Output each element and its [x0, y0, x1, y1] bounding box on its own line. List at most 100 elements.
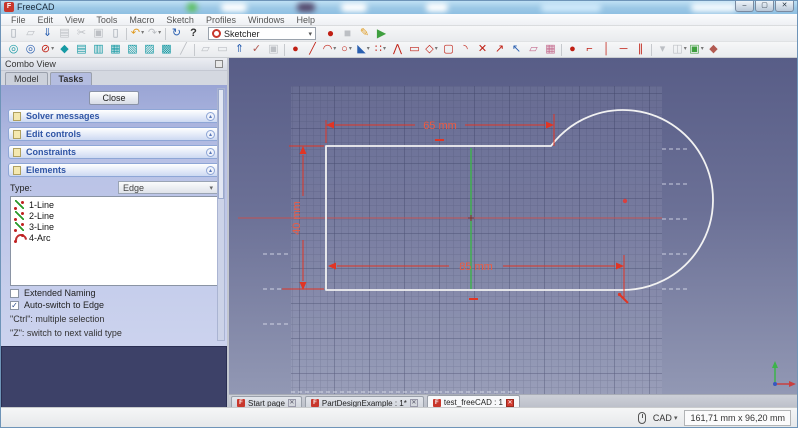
scrollbar[interactable] [217, 88, 225, 341]
macro-record-icon[interactable]: ● [322, 26, 339, 41]
mirror-sketch-icon[interactable]: ▣ [265, 42, 282, 57]
create-line-icon[interactable]: ╱ [304, 42, 321, 57]
close-tab-icon[interactable] [409, 399, 418, 407]
3d-viewport[interactable]: 65 mm 40 mm 85 mm [229, 58, 798, 394]
dimension-label-top[interactable]: 65 mm [423, 120, 457, 132]
view-bottom-icon[interactable]: ▨ [141, 42, 158, 57]
create-slot-icon[interactable]: ▢ [440, 42, 457, 57]
paste-icon[interactable]: ▯ [107, 26, 124, 41]
view-top-icon[interactable]: ▥ [90, 42, 107, 57]
maximize-button[interactable]: ▢ [755, 1, 774, 12]
fit-all-icon[interactable]: ◎ [5, 42, 22, 57]
collapse-icon[interactable] [206, 147, 215, 157]
reorient-sketch-icon[interactable]: ⇑ [231, 42, 248, 57]
open-document-icon[interactable]: ▱ [22, 26, 39, 41]
whats-this-icon[interactable]: ? [185, 26, 202, 41]
zoom-icon[interactable]: ◎ [22, 42, 39, 57]
draw-style-icon[interactable]: ⊘ [39, 42, 56, 57]
view-front-icon[interactable]: ▤ [73, 42, 90, 57]
copy-icon[interactable]: ▣ [90, 26, 107, 41]
menu-item[interactable]: View [59, 15, 90, 25]
view-axonometric-icon[interactable]: ◆ [56, 42, 73, 57]
float-panel-icon[interactable] [215, 60, 223, 68]
close-tab-icon[interactable] [287, 399, 296, 407]
create-arc-icon[interactable]: ◠ [321, 42, 338, 57]
create-polygon-icon[interactable]: ◇ [423, 42, 440, 57]
constraint-parallel-icon[interactable]: ∥ [632, 42, 649, 57]
task-section-header[interactable]: Elements [8, 163, 220, 177]
combo-view-tab[interactable]: Model [5, 72, 48, 85]
view-sketch-icon[interactable]: ▱ [197, 42, 214, 57]
menu-item[interactable]: Macro [123, 15, 160, 25]
scrollbar-thumb[interactable] [218, 89, 224, 199]
menu-item[interactable]: Help [290, 15, 321, 25]
close-window-button[interactable]: ✕ [775, 1, 794, 12]
redo-icon[interactable]: ↷ [146, 26, 163, 41]
task-section-header[interactable]: Constraints [8, 145, 220, 159]
element-list-item[interactable]: 4-Arc [14, 232, 214, 243]
collapse-icon[interactable] [206, 165, 215, 175]
menu-item[interactable]: Edit [32, 15, 60, 25]
workbench-selector[interactable]: Sketcher ▾ [208, 27, 316, 40]
menu-item[interactable]: File [5, 15, 32, 25]
type-dropdown[interactable]: Edge ▾ [118, 181, 218, 194]
minimize-button[interactable]: – [735, 1, 754, 12]
arc-center-point[interactable] [622, 198, 628, 204]
constraint-point-on-object-icon[interactable]: ⌐ [581, 42, 598, 57]
toggle-driving-constraint-icon[interactable]: ▣ [688, 42, 705, 57]
create-fillet-icon[interactable]: ◝ [457, 42, 474, 57]
constraint-symmetric-icon[interactable]: ◫ [671, 42, 688, 57]
carbon-copy-icon[interactable]: ▱ [525, 42, 542, 57]
create-polyline-icon[interactable]: ⋀ [389, 42, 406, 57]
checkbox[interactable] [10, 300, 19, 310]
menu-item[interactable]: Sketch [160, 15, 200, 25]
element-list-item[interactable]: 3-Line [14, 221, 214, 232]
create-rectangle-icon[interactable]: ▭ [406, 42, 423, 57]
constraint-coincident-icon[interactable]: ● [564, 42, 581, 57]
map-sketch-icon[interactable]: ▭ [214, 42, 231, 57]
checkbox[interactable] [10, 288, 19, 298]
measure-distance-icon[interactable]: ╱ [175, 42, 192, 57]
navigation-style-selector[interactable]: CAD [653, 413, 678, 423]
collapse-icon[interactable] [206, 129, 215, 139]
macro-stop-icon[interactable]: ■ [339, 26, 356, 41]
dimension-label-bottom[interactable]: 85 mm [459, 261, 493, 273]
view-right-icon[interactable]: ▦ [107, 42, 124, 57]
collapse-icon[interactable] [206, 111, 215, 121]
save-document-icon[interactable]: ⇓ [39, 26, 56, 41]
menu-item[interactable]: Tools [90, 15, 123, 25]
new-document-icon[interactable]: ▯ [5, 26, 22, 41]
trim-edge-icon[interactable]: ✕ [474, 42, 491, 57]
close-task-button[interactable]: Close [89, 91, 139, 105]
print-icon[interactable]: ▤ [56, 26, 73, 41]
create-bspline-icon[interactable]: ∷ [372, 42, 389, 57]
extend-edge-icon[interactable]: ↗ [491, 42, 508, 57]
element-list-item[interactable]: 2-Line [14, 210, 214, 221]
constraint-vertical-icon[interactable]: │ [598, 42, 615, 57]
sketch-canvas[interactable]: 65 mm 40 mm 85 mm [229, 58, 798, 394]
toolbar-overflow-icon[interactable]: ▾ [654, 42, 671, 57]
combo-view-tab[interactable]: Tasks [49, 72, 93, 85]
toggle-construction-icon[interactable]: ▦ [542, 42, 559, 57]
task-section-header[interactable]: Solver messages [8, 109, 220, 123]
constraint-horizontal-icon[interactable]: ─ [615, 42, 632, 57]
activate-constraint-icon[interactable]: ◆ [705, 42, 722, 57]
dimension-label-left[interactable]: 40 mm [291, 201, 303, 235]
close-tab-icon[interactable] [506, 398, 514, 407]
view-rear-icon[interactable]: ▧ [124, 42, 141, 57]
menu-item[interactable]: Profiles [200, 15, 242, 25]
undo-icon[interactable]: ↶ [129, 26, 146, 41]
create-conic-icon[interactable]: ◣ [355, 42, 372, 57]
view-left-icon[interactable]: ▩ [158, 42, 175, 57]
refresh-icon[interactable]: ↻ [168, 26, 185, 41]
create-circle-icon[interactable]: ○ [338, 42, 355, 57]
cut-icon[interactable]: ✂ [73, 26, 90, 41]
external-geometry-icon[interactable]: ↖ [508, 42, 525, 57]
macro-edit-icon[interactable]: ✎ [356, 26, 373, 41]
create-point-icon[interactable]: ● [287, 42, 304, 57]
macro-play-icon[interactable]: ▶ [373, 26, 390, 41]
validate-sketch-icon[interactable]: ✓ [248, 42, 265, 57]
element-list-item[interactable]: 1-Line [14, 199, 214, 210]
menu-item[interactable]: Windows [242, 15, 291, 25]
task-section-header[interactable]: Edit controls [8, 127, 220, 141]
